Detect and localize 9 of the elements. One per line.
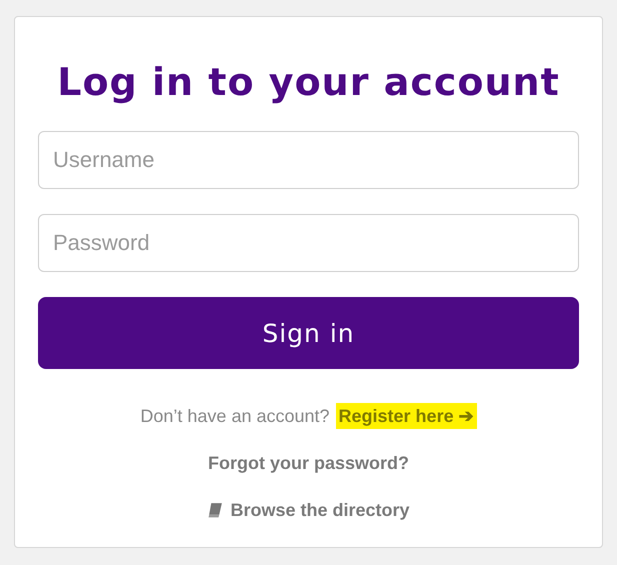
register-link[interactable]: Register here ➔ [336,403,477,429]
account-prompt: Don’t have an account? [140,406,330,426]
forgot-password-link[interactable]: Forgot your password? [208,452,409,474]
browse-directory-link[interactable]: Browse the directory [230,500,410,520]
login-title: Log in to your account [56,61,561,103]
input-field[interactable]: Password [38,214,579,272]
book-icon [207,502,224,518]
sign-in-button[interactable]: Sign in [38,297,579,369]
input-field[interactable]: Username [38,131,579,189]
